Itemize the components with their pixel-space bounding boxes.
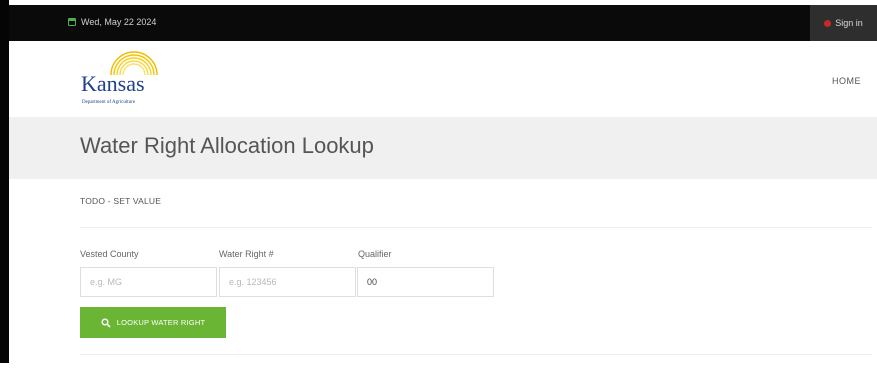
left-edge — [0, 0, 9, 369]
vested-county-label: Vested County — [80, 249, 139, 259]
site-header: Kansas Department of Agriculture HOME — [9, 41, 877, 117]
date-text: Wed, May 22 2024 — [81, 17, 157, 27]
qualifier-label: Qualifier — [358, 249, 392, 259]
kansas-logo[interactable]: Kansas Department of Agriculture — [79, 51, 179, 111]
bottom-edge — [0, 363, 877, 369]
divider — [80, 354, 872, 355]
date-display: Wed, May 22 2024 — [68, 17, 156, 27]
page-title: Water Right Allocation Lookup — [80, 133, 374, 158]
page: Wed, May 22 2024 Sign in Kansas Departme… — [0, 0, 877, 369]
title-band: Water Right Allocation Lookup — [9, 117, 877, 179]
search-icon — [101, 317, 111, 328]
water-right-number-input[interactable] — [219, 267, 356, 297]
qualifier-input[interactable] — [357, 267, 494, 297]
power-icon — [824, 19, 832, 27]
sign-in-button[interactable]: Sign in — [810, 5, 877, 41]
lookup-water-right-button[interactable]: LOOKUP WATER RIGHT — [80, 307, 226, 338]
logo-subtext: Department of Agriculture — [82, 100, 136, 105]
todo-text: TODO - SET VALUE — [80, 196, 162, 206]
vested-county-input[interactable] — [80, 267, 217, 297]
divider — [80, 227, 872, 228]
lookup-button-label: LOOKUP WATER RIGHT — [116, 318, 206, 327]
logo-wordmark: Kansas — [81, 71, 145, 96]
nav-home[interactable]: HOME — [832, 76, 861, 86]
calendar-icon — [68, 18, 76, 26]
sign-in-label: Sign in — [835, 18, 863, 28]
water-right-number-label: Water Right # — [219, 249, 274, 259]
top-bar: Wed, May 22 2024 Sign in — [9, 5, 877, 41]
